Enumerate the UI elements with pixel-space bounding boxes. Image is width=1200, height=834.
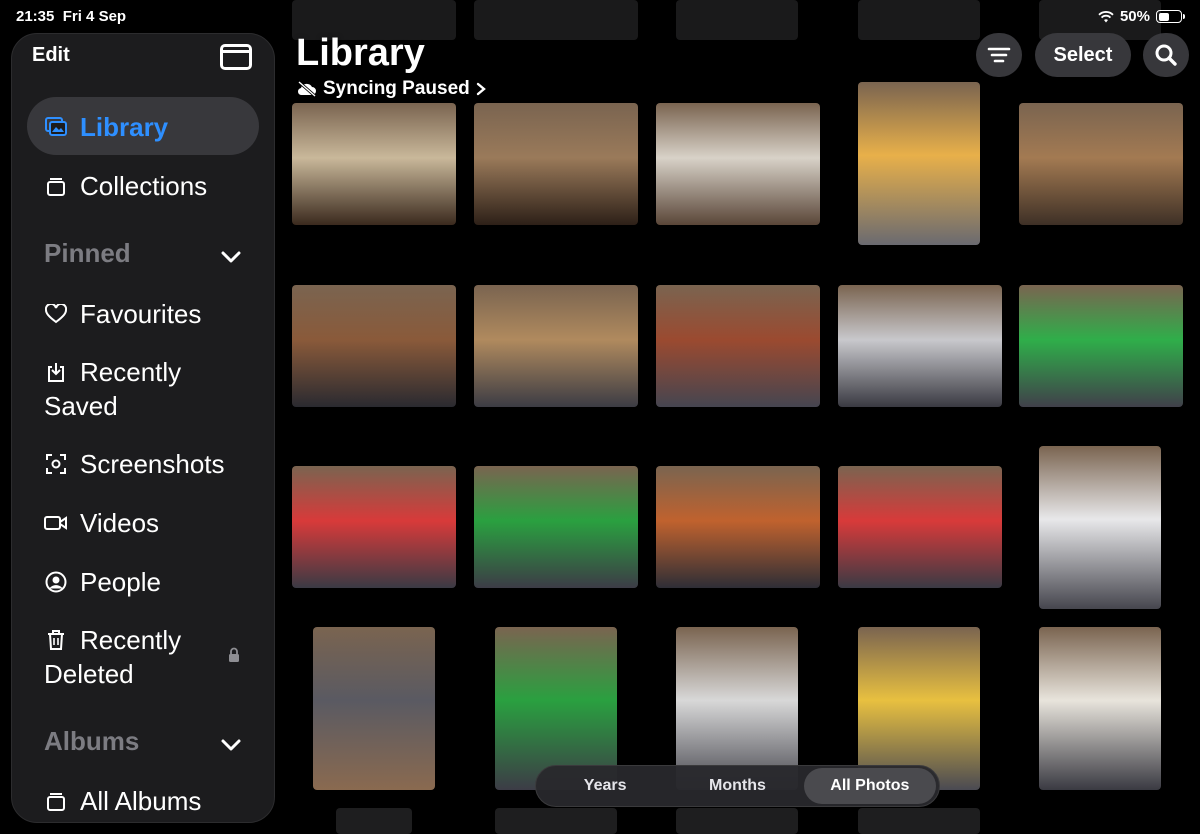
wifi-icon bbox=[1098, 10, 1114, 22]
search-icon bbox=[1155, 44, 1177, 66]
photo-thumbnail[interactable] bbox=[1019, 103, 1183, 225]
search-button[interactable] bbox=[1143, 33, 1189, 77]
sidebar-toggle-icon[interactable] bbox=[220, 44, 252, 70]
trash-icon bbox=[44, 629, 68, 651]
filter-button[interactable] bbox=[976, 33, 1022, 77]
cloud-slash-icon bbox=[297, 81, 316, 97]
photo-thumbnail[interactable] bbox=[656, 103, 820, 225]
sidebar-item-people[interactable]: People bbox=[44, 565, 161, 599]
photo-thumbnail[interactable] bbox=[474, 285, 638, 407]
sync-status[interactable]: Syncing Paused bbox=[297, 78, 486, 100]
photo-thumbnail[interactable] bbox=[1039, 627, 1161, 790]
video-icon bbox=[44, 514, 68, 532]
download-icon bbox=[44, 361, 68, 383]
photo-thumbnail[interactable] bbox=[858, 82, 980, 245]
sidebar-item-recently-deleted-line2: Deleted bbox=[44, 659, 134, 689]
photo-thumbnail[interactable] bbox=[656, 285, 820, 407]
photo-thumbnail-partial[interactable] bbox=[495, 808, 617, 834]
photo-thumbnail[interactable] bbox=[474, 466, 638, 588]
view-switcher: Years Months All Photos bbox=[535, 765, 940, 807]
photo-thumbnail[interactable] bbox=[838, 285, 1002, 407]
chevron-down-icon[interactable] bbox=[220, 734, 242, 756]
sidebar-item-videos[interactable]: Videos bbox=[44, 506, 159, 540]
sidebar-item-screenshots[interactable]: Screenshots bbox=[44, 447, 225, 481]
edit-button[interactable]: Edit bbox=[32, 44, 70, 67]
photo-thumbnail[interactable] bbox=[292, 285, 456, 407]
section-pinned[interactable]: Pinned bbox=[44, 238, 131, 269]
photo-thumbnail[interactable] bbox=[292, 103, 456, 225]
albums-icon bbox=[44, 791, 68, 811]
view-option-all-photos[interactable]: All Photos bbox=[803, 768, 936, 804]
collections-icon bbox=[44, 176, 68, 196]
chevron-down-icon[interactable] bbox=[220, 246, 242, 268]
select-button[interactable]: Select bbox=[1035, 33, 1131, 77]
view-option-months[interactable]: Months bbox=[671, 768, 803, 804]
person-circle-icon bbox=[44, 571, 68, 593]
sidebar-item-recently-saved-line2: Saved bbox=[44, 391, 118, 421]
sidebar-item-collections[interactable]: Collections bbox=[44, 169, 207, 203]
section-albums[interactable]: Albums bbox=[44, 726, 139, 757]
view-option-years[interactable]: Years bbox=[539, 768, 671, 804]
battery-percent: 50% bbox=[1119, 8, 1150, 25]
status-bar: 21:35 Fri 4 Sep 50% bbox=[0, 0, 1200, 32]
photo-thumbnail[interactable] bbox=[656, 466, 820, 588]
sidebar-item-library[interactable]: Library bbox=[44, 110, 168, 144]
sidebar-item-favourites[interactable]: Favourites bbox=[44, 297, 201, 331]
screenshot-icon bbox=[44, 453, 68, 475]
heart-icon bbox=[44, 304, 68, 324]
sidebar: Edit Library Collections Pinned Favourit… bbox=[11, 33, 275, 823]
sidebar-item-all-albums[interactable]: All Albums bbox=[44, 784, 201, 818]
sidebar-item-recently-deleted[interactable]: Recently bbox=[44, 623, 181, 657]
photo-thumbnail[interactable] bbox=[1019, 285, 1183, 407]
status-time: 21:35 Fri 4 Sep bbox=[16, 8, 127, 25]
photo-thumbnail[interactable] bbox=[838, 466, 1002, 588]
chevron-right-icon bbox=[476, 82, 486, 96]
photo-thumbnail[interactable] bbox=[1039, 446, 1161, 609]
lock-icon bbox=[229, 647, 239, 662]
status-indicators: 50% bbox=[1098, 8, 1185, 25]
photo-library-icon bbox=[44, 117, 68, 137]
photo-thumbnail[interactable] bbox=[313, 627, 435, 790]
page-title: Library bbox=[296, 32, 425, 74]
photo-thumbnail-partial[interactable] bbox=[676, 808, 798, 834]
photo-thumbnail[interactable] bbox=[474, 103, 638, 225]
sidebar-item-recently-saved[interactable]: Recently bbox=[44, 355, 181, 389]
filter-lines-icon bbox=[987, 47, 1011, 63]
photo-thumbnail-partial[interactable] bbox=[858, 808, 980, 834]
battery-icon bbox=[1156, 10, 1185, 23]
photo-thumbnail-partial[interactable] bbox=[336, 808, 412, 834]
photo-thumbnail[interactable] bbox=[292, 466, 456, 588]
